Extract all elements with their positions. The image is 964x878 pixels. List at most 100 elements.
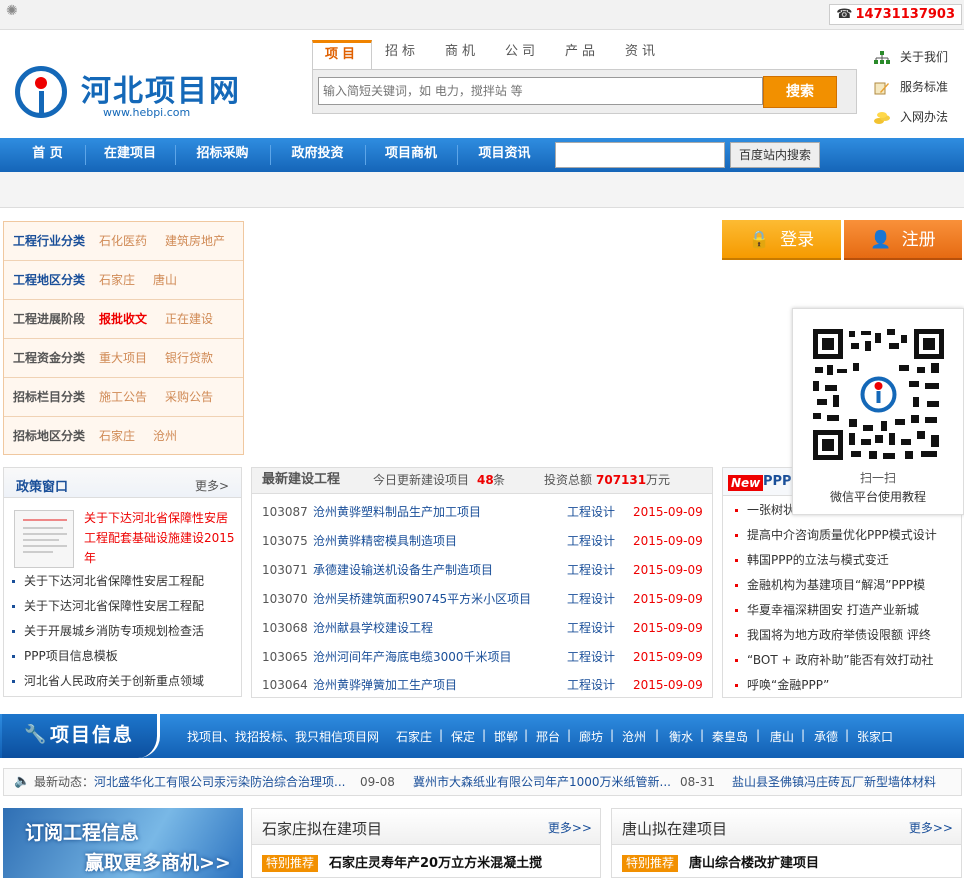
search-tab-news[interactable]: 资讯 xyxy=(612,40,672,70)
project-name-link[interactable]: 沧州黄骅精密模具制造项目 xyxy=(313,527,457,556)
policy-item[interactable]: 关于下达河北省保障性安居工程配 xyxy=(12,594,240,618)
project-info-tab[interactable]: 🔧 项目信息 xyxy=(2,714,160,758)
projects-header: 最新建设工程 今日更新建设项目 48 条 投资总额 707131 万元 xyxy=(252,468,712,494)
project-row[interactable]: 103064 沧州黄骅弹簧加工生产项目 工程设计 2015-09-09 xyxy=(252,671,712,700)
site-search-button[interactable]: 百度站内搜索 xyxy=(730,142,820,168)
city-link[interactable]: 保定 xyxy=(451,728,475,745)
city-link[interactable]: 石家庄 xyxy=(396,728,432,745)
project-row[interactable]: 103068 沧州献县学校建设工程 工程设计 2015-09-09 xyxy=(252,614,712,643)
city-link[interactable]: 秦皇岛 xyxy=(712,728,748,745)
project-name-link[interactable]: 承德建设输送机设备生产制造项目 xyxy=(313,556,493,585)
ticker-item[interactable]: 河北盛华化工有限公司汞污染防治综合治理项... xyxy=(94,769,345,795)
category-link[interactable]: 石家庄 xyxy=(99,417,135,455)
city-link[interactable]: 廊坊 xyxy=(579,728,603,745)
policy-more-link[interactable]: 更多> xyxy=(195,477,229,494)
project-row[interactable]: 103075 沧州黄骅精密模具制造项目 工程设计 2015-09-09 xyxy=(252,527,712,556)
search-button[interactable]: 搜索 xyxy=(763,76,837,108)
category-link[interactable]: 重大项目 xyxy=(99,339,147,377)
project-name-link[interactable]: 沧州黄骅塑料制品生产加工项目 xyxy=(313,498,481,527)
qr-caption: 扫一扫 xyxy=(859,471,896,485)
join-method-link[interactable]: 入网办法 xyxy=(874,107,948,127)
project-name-link[interactable]: 沧州献县学校建设工程 xyxy=(313,614,433,643)
ticker-date: 08-31 xyxy=(680,775,715,789)
project-row[interactable]: 103087 沧州黄骅塑料制品生产加工项目 工程设计 2015-09-09 xyxy=(252,498,712,527)
nav-project-news[interactable]: 项目资讯 xyxy=(457,138,552,172)
category-link[interactable]: 报批收文 xyxy=(99,300,147,338)
nav-projects-under-construction[interactable]: 在建项目 xyxy=(85,138,175,172)
category-link[interactable]: 银行贷款 xyxy=(165,339,213,377)
qr-code-icon xyxy=(813,329,944,460)
search-tab-tender[interactable]: 招标 xyxy=(372,40,432,70)
policy-thumbnail[interactable] xyxy=(14,510,74,568)
city-link[interactable]: 沧州 xyxy=(622,728,646,745)
today-update-label: 今日更新建设项目 xyxy=(373,473,470,487)
nav-tender-procurement[interactable]: 招标采购 xyxy=(175,138,270,172)
nav-project-business[interactable]: 项目商机 xyxy=(365,138,457,172)
register-button[interactable]: 👤 注册 xyxy=(844,220,962,260)
category-link[interactable]: 建筑房地产 xyxy=(165,222,225,260)
search-tab-product[interactable]: 产品 xyxy=(552,40,612,70)
policy-item[interactable]: PPP项目信息模板 xyxy=(12,644,240,668)
ppp-item[interactable]: “BOT + 政府补助”能否有效打动社 xyxy=(735,648,960,673)
ticker-item[interactable]: 盐山县圣佛镇冯庄砖瓦厂新型墙体材料 xyxy=(732,769,936,795)
more-link[interactable]: 更多>> xyxy=(909,819,953,836)
policy-item[interactable]: 河北省人民政府关于创新重点领域 xyxy=(12,669,240,693)
search-tab-business[interactable]: 商机 xyxy=(432,40,492,70)
top-bar: ✺ ☎ 14731137903 xyxy=(0,0,964,30)
city-link[interactable]: 衡水 xyxy=(669,728,693,745)
policy-item[interactable]: 关于下达河北省保障性安居工程配 xyxy=(12,569,240,593)
category-label: 工程进展阶段 xyxy=(13,312,86,326)
category-link[interactable]: 采购公告 xyxy=(165,378,213,416)
ppp-item[interactable]: 呼唤“金融PPP” xyxy=(735,673,960,698)
search-tab-company[interactable]: 公司 xyxy=(492,40,552,70)
info-slogan: 找项目、找招投标、我只相信项目网 xyxy=(187,730,380,744)
more-link[interactable]: 更多>> xyxy=(548,819,592,836)
ppp-item[interactable]: 韩国PPP的立法与模式变迁 xyxy=(735,548,960,573)
city-link[interactable]: 唐山 xyxy=(770,728,794,745)
ticker-label: 最新动态： xyxy=(34,775,95,789)
category-link[interactable]: 正在建设 xyxy=(165,300,213,338)
category-link[interactable]: 唐山 xyxy=(153,261,177,299)
site-logo[interactable]: 河北项目网 www.hebpi.com xyxy=(15,62,255,122)
category-link[interactable]: 石化医药 xyxy=(99,222,147,260)
site-search-input[interactable] xyxy=(555,142,725,168)
category-label: 工程行业分类 xyxy=(13,234,86,248)
category-link[interactable]: 沧州 xyxy=(153,417,177,455)
service-standard-link[interactable]: 服务标准 xyxy=(874,77,948,97)
logo-mark-icon xyxy=(15,66,67,118)
city-link[interactable]: 承德 xyxy=(814,728,838,745)
project-row[interactable]: 103070 沧州吴桥建筑面积90745平方米小区项目 工程设计 2015-09-09 xyxy=(252,585,712,614)
featured-project-link[interactable]: 石家庄灵寿年产20万立方米混凝土搅 xyxy=(329,855,542,872)
speaker-icon: 🔈 xyxy=(14,774,31,789)
project-name-link[interactable]: 沧州河间年产海底电缆3000千米项目 xyxy=(313,643,512,672)
invest-total-label: 投资总额 xyxy=(544,473,593,487)
search-input[interactable] xyxy=(318,77,763,105)
login-button[interactable]: 🔒 登录 xyxy=(722,220,841,260)
about-us-link[interactable]: 关于我们 xyxy=(874,47,948,67)
ppp-item[interactable]: 提高中介咨询质量优化PPP模式设计 xyxy=(735,523,960,548)
search-tab-project[interactable]: 项目 xyxy=(312,40,372,71)
subscribe-banner[interactable]: 订阅工程信息 赢取更多商机>> xyxy=(3,808,243,878)
project-row[interactable]: 103071 承德建设输送机设备生产制造项目 工程设计 2015-09-09 xyxy=(252,556,712,585)
ticker-item[interactable]: 冀州市大森纸业有限公司年产1000万米纸管新... xyxy=(413,769,671,795)
project-name-link[interactable]: 沧州吴桥建筑面积90745平方米小区项目 xyxy=(313,585,531,614)
panel-title: 石家庄拟在建项目 xyxy=(262,820,383,838)
category-link[interactable]: 施工公告 xyxy=(99,378,147,416)
panel-title: 唐山拟在建项目 xyxy=(622,820,728,838)
nav-government-investment[interactable]: 政府投资 xyxy=(270,138,365,172)
policy-item[interactable]: 关于开展城乡消防专项规划检查活 xyxy=(12,619,240,643)
today-update-count: 48 xyxy=(477,473,494,487)
city-link[interactable]: 张家口 xyxy=(857,728,893,745)
city-link[interactable]: 邢台 xyxy=(536,728,560,745)
nav-home[interactable]: 首 页 xyxy=(10,138,85,172)
city-link[interactable]: 邯郸 xyxy=(494,728,518,745)
policy-title: 政策窗口 xyxy=(16,480,69,495)
project-row[interactable]: 103065 沧州河间年产海底电缆3000千米项目 工程设计 2015-09-09 xyxy=(252,643,712,672)
ppp-item[interactable]: 我国将为地方政府举债设限额 评终 xyxy=(735,623,960,648)
ppp-item[interactable]: 华夏幸福深耕固安 打造产业新城 xyxy=(735,598,960,623)
policy-feature-link[interactable]: 关于下达河北省保障性安居工程配套基础设施建设2015年 xyxy=(84,508,239,568)
featured-project-link[interactable]: 唐山综合楼改扩建项目 xyxy=(689,855,819,872)
project-name-link[interactable]: 沧州黄骅弹簧加工生产项目 xyxy=(313,671,457,700)
category-link[interactable]: 石家庄 xyxy=(99,261,135,299)
ppp-item[interactable]: 金融机构为基建项目“解渴”PPP模 xyxy=(735,573,960,598)
